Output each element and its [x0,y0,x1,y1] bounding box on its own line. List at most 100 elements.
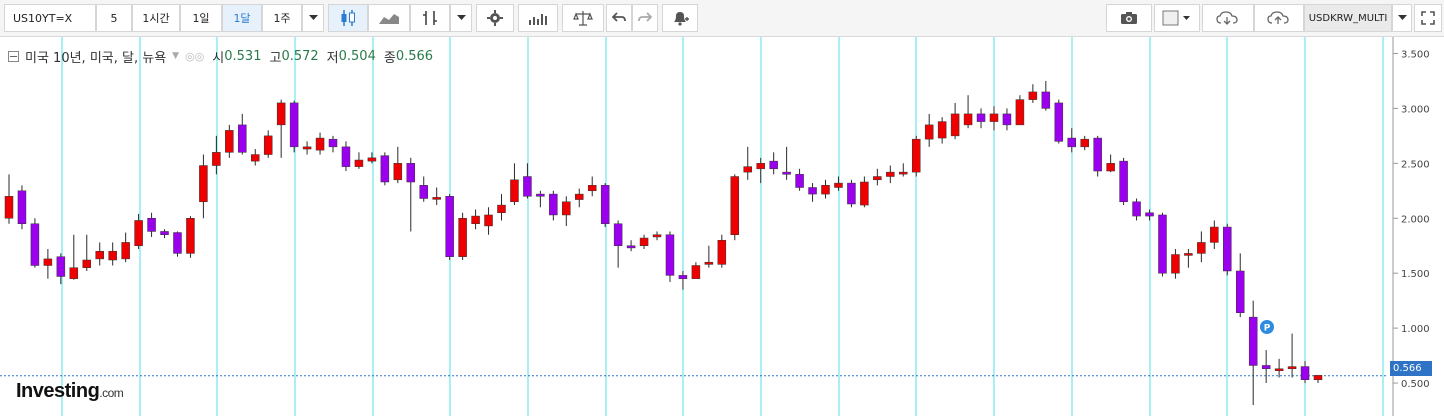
candle-body [613,223,623,246]
collapse-legend-icon[interactable] [8,50,19,62]
candle-body [406,163,416,183]
bell-plus-icon [674,12,689,26]
candle-body [1274,368,1284,372]
candle-body [134,220,143,246]
candle-body [1300,366,1310,380]
area-chart-icon [379,14,399,24]
indicator-button[interactable] [410,4,450,32]
interval-5min-button[interactable]: 5 [96,4,132,32]
screenshot-button[interactable] [1106,4,1152,32]
current-price-badge: 0.566 [1390,361,1432,376]
alert-button[interactable] [662,4,698,32]
candle-body [730,176,740,235]
legend-low-label: 저 [326,50,339,66]
candle-body [704,261,714,265]
candle-body [1132,201,1141,217]
y-tick-label: 0.500 [1401,379,1430,390]
redo-button[interactable] [632,4,658,32]
scale-icon [573,11,593,26]
compare-symbol-field[interactable]: USDKRW_MULTI [1304,4,1392,32]
candle-body [484,214,493,227]
y-tick-label: 2.000 [1401,214,1430,225]
undo-button[interactable] [606,4,632,32]
candle-body [225,130,234,153]
candle-body [30,223,40,266]
chart-legend: 미국 10년, 미국, 달, 뉴욕 ▼ ◎◎ 시 0.531 고 0.572 저… [8,47,433,66]
candle-body [808,187,817,195]
y-tick-label: 3.000 [1401,104,1430,115]
candle-body [1287,366,1297,370]
ohlc-bar-icon [423,11,437,25]
symbol-input[interactable]: US10YT=X [4,4,96,32]
download-button[interactable] [1202,4,1254,32]
chart-type-dropdown-button[interactable] [450,4,472,32]
interval-1month-button[interactable]: 1달 [222,4,262,32]
legend-close-label: 종 [383,50,396,66]
interval-1hour-button[interactable]: 1시간 [132,4,180,32]
settings-button[interactable] [476,4,514,32]
candle-body [1067,137,1077,148]
legend-eye-icon[interactable]: ◎◎ [185,50,204,63]
y-tick-label: 1.500 [1401,269,1430,280]
candle-body [1223,226,1232,272]
candle-body [238,124,247,153]
candle-body [821,185,830,195]
candle-body [639,237,649,246]
fullscreen-button[interactable] [1414,4,1442,32]
candle-body [1041,91,1051,109]
candle-body [989,113,999,122]
candle-body [367,157,377,162]
candle-body [911,138,921,173]
candle-body [1184,253,1193,256]
chevron-down-icon [1397,15,1407,20]
candle-body [69,267,79,279]
chevron-down-icon [456,15,466,20]
candle-body [1313,375,1323,380]
candle-body [587,185,597,192]
interval-1day-button[interactable]: 1일 [180,4,222,32]
compare-dropdown-button[interactable] [1392,4,1412,32]
candle-body [432,197,441,200]
candle-body [1080,138,1089,148]
candle-body [691,265,701,279]
candle-body [536,193,545,197]
candle-body [108,250,117,261]
candle-body [95,250,104,260]
candle-body [795,174,804,188]
candle-body [860,181,869,206]
candle-body [756,163,765,170]
upload-button[interactable] [1254,4,1304,32]
y-tick-label: 1.000 [1401,324,1430,335]
legend-open-label: 시 [212,50,225,66]
candle-body [1248,316,1258,366]
candle-body [549,193,558,216]
candle-body [1261,365,1271,370]
candle-body [652,234,662,238]
candle-body [173,232,182,254]
legend-dropdown-icon[interactable]: ▼ [172,51,179,61]
candle-body [186,218,195,254]
candle-body [276,102,286,126]
candle-body [121,242,130,260]
candle-body [1015,99,1025,126]
candle-body [782,171,791,175]
price-chart[interactable]: 3.500 3.000 2.500 2.000 1.500 1.000 0.500 P [0,37,1444,416]
candle-body [1028,91,1038,100]
undo-icon [612,12,626,22]
cloud-upload-icon [1267,11,1289,24]
candle-body [873,176,882,181]
color-picker-button[interactable] [1154,4,1200,32]
bar-chart-icon [529,14,547,25]
candle-body [847,182,856,205]
studies-button[interactable] [518,4,558,32]
interval-1week-button[interactable]: 1주 [262,4,302,32]
candle-body [1119,160,1128,203]
candle-body [743,166,752,173]
interval-dropdown-button[interactable] [302,4,324,32]
area-chart-button[interactable] [368,4,410,32]
chevron-down-icon [308,15,318,20]
candle-body [289,102,299,148]
compare-button[interactable] [562,4,604,32]
candle-chart-button[interactable] [328,4,368,32]
candle-body [82,259,92,268]
